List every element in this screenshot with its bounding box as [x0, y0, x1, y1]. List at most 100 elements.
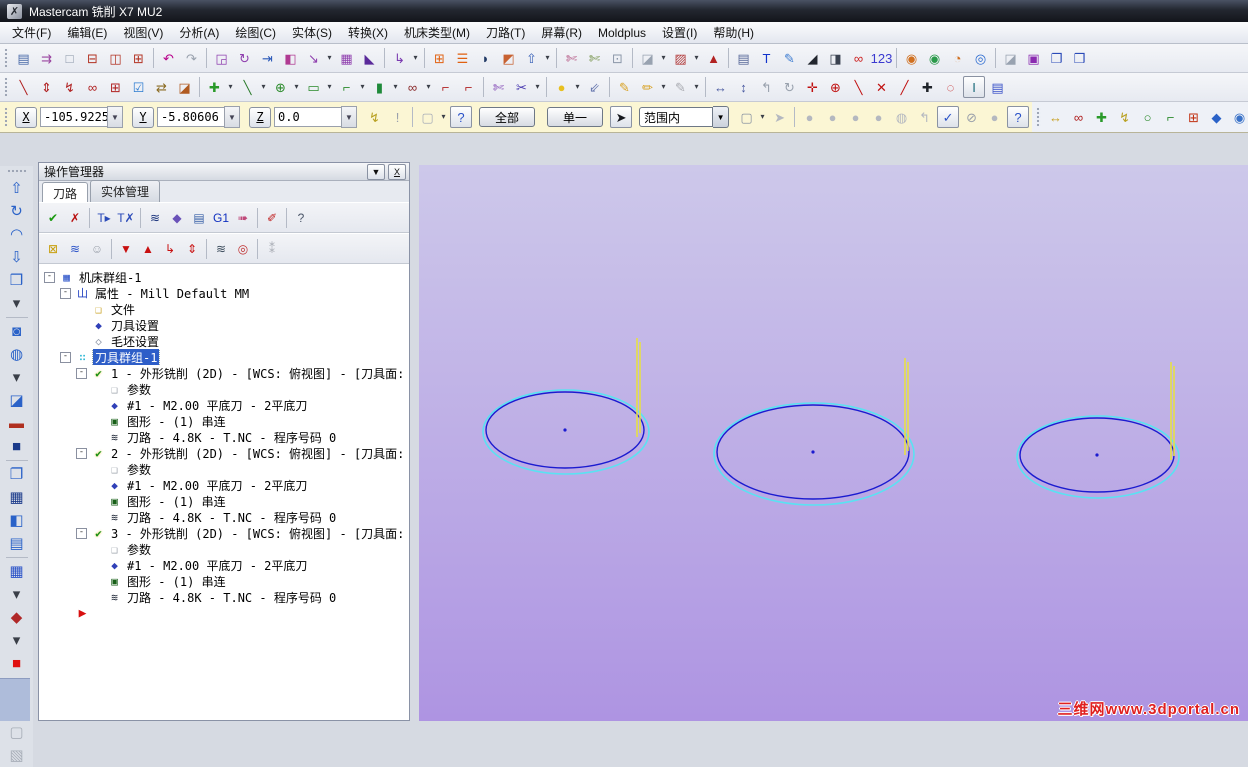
- roll-gray-icon[interactable]: ↰: [756, 77, 777, 98]
- tree-item-toolpath[interactable]: ≋ 刀路 - 4.8K - T.NC - 程序号码 0: [39, 429, 409, 445]
- autocursor-endpoint-icon[interactable]: ╲: [848, 77, 869, 98]
- pen-note-icon[interactable]: ✎: [779, 48, 800, 69]
- xform-rotate-icon[interactable]: ↻: [234, 48, 255, 69]
- backplot-icon[interactable]: ≋: [145, 207, 165, 228]
- y-dropdown-icon[interactable]: ▼: [224, 106, 240, 128]
- chamfer-icon[interactable]: ⌐: [435, 77, 456, 98]
- chamfer-2-icon[interactable]: ⌐: [458, 77, 479, 98]
- undo-selection-icon[interactable]: ↰: [914, 107, 935, 128]
- tree-item-geometry[interactable]: ▣ 图形 - (1) 串连: [39, 493, 409, 509]
- viewport-canvas[interactable]: [419, 165, 1248, 721]
- pencil-dropdown-icon[interactable]: ▾: [659, 77, 668, 98]
- fast-point-icon[interactable]: ↯: [364, 107, 385, 128]
- pencil-gray-icon[interactable]: ✎: [670, 77, 691, 98]
- geometry-select-icon[interactable]: ◎: [233, 238, 253, 259]
- rect-dropdown-icon[interactable]: ▾: [325, 77, 334, 98]
- report-list-icon[interactable]: ▤: [733, 48, 754, 69]
- tree-item-files[interactable]: ❑ 文件: [39, 301, 409, 317]
- parameters-gray-icon[interactable]: ⁑: [262, 238, 282, 259]
- import-dir-icon[interactable]: ↳: [389, 48, 410, 69]
- tree-expander[interactable]: -: [76, 527, 87, 539]
- grid-stats-icon[interactable]: ☰: [452, 48, 473, 69]
- autocursor-intersect-icon[interactable]: ✕: [871, 77, 892, 98]
- world-orange-icon[interactable]: ◉: [901, 48, 922, 69]
- arc-orange-icon[interactable]: ◔: [947, 48, 968, 69]
- tree-item-toolpath[interactable]: ≋ 刀路 - 4.8K - T.NC - 程序号码 0: [39, 589, 409, 605]
- z-dropdown-icon[interactable]: ▼: [341, 106, 357, 128]
- hatch-shield-icon[interactable]: ▨: [670, 48, 691, 69]
- grid-cube-icon[interactable]: ⊡: [607, 48, 628, 69]
- lock-icon[interactable]: ⊠: [43, 238, 63, 259]
- undo-icon[interactable]: ↶: [158, 48, 179, 69]
- fast-point-entry-icon[interactable]: I: [963, 76, 985, 98]
- break-dropdown-icon[interactable]: ▾: [533, 77, 542, 98]
- solids-fillet-icon[interactable]: ❒: [5, 269, 29, 292]
- move-updown-icon[interactable]: ⇕: [182, 238, 202, 259]
- tree-item-tool-settings[interactable]: ◆ 刀具设置: [39, 317, 409, 333]
- autocursor-point-icon[interactable]: ✚: [917, 77, 938, 98]
- z-coordinate-field[interactable]: 0.0: [274, 107, 341, 127]
- bulb-icon[interactable]: ●: [551, 77, 572, 98]
- xform-translate-icon[interactable]: ◲: [211, 48, 232, 69]
- glasses-plane-icon[interactable]: ∞: [1068, 107, 1089, 128]
- analyze-swap-icon[interactable]: ⇄: [151, 77, 172, 98]
- viewport-single-icon[interactable]: □: [59, 48, 80, 69]
- numbers-123-icon[interactable]: 123: [871, 48, 893, 69]
- range-combo-dropdown-icon[interactable]: ▼: [713, 106, 730, 128]
- tree-item-toolpath-group[interactable]: - ∷ 刀具群组-1: [39, 349, 409, 365]
- world-green-icon[interactable]: ◉: [924, 48, 945, 69]
- regen-invalid-icon[interactable]: T✗: [116, 207, 136, 228]
- clear-selection-icon[interactable]: ⊘: [961, 107, 982, 128]
- xform-dynamic-move-icon[interactable]: ⇥: [257, 48, 278, 69]
- mask-circle-1-icon[interactable]: ●: [799, 107, 820, 128]
- analyze-area-icon[interactable]: ◪: [174, 77, 195, 98]
- create-line-icon[interactable]: ╲: [237, 77, 258, 98]
- views-layered-icon[interactable]: ◆: [5, 606, 29, 629]
- solids-trim-icon[interactable]: ◪: [5, 389, 29, 412]
- glasses-icon[interactable]: ∞: [402, 77, 423, 98]
- tree-expander[interactable]: -: [44, 271, 55, 283]
- select-cursor-icon[interactable]: ➤: [769, 107, 790, 128]
- tree-item-operation-3[interactable]: - ✔ 3 - 外形铣削 (2D) - [WCS: 俯视图] - [刀具面:: [39, 525, 409, 541]
- boolean-dropdown-icon[interactable]: ▾: [5, 366, 29, 389]
- tree-item-tool[interactable]: ◆ #1 - M2.00 平底刀 - 2平底刀: [39, 557, 409, 573]
- menu-item[interactable]: 编辑(E): [59, 22, 115, 43]
- layers-grid-icon[interactable]: ▦: [5, 560, 29, 583]
- tree-item-parameters[interactable]: ❑ 参数: [39, 381, 409, 397]
- menu-item[interactable]: 转换(X): [340, 22, 396, 43]
- solids-flip-icon[interactable]: ◧: [5, 509, 29, 532]
- undelete-entities-icon[interactable]: ✄: [584, 48, 605, 69]
- create-cylinder-icon[interactable]: ▮: [369, 77, 390, 98]
- fold-page-icon[interactable]: ❐: [1046, 48, 1067, 69]
- menu-item[interactable]: 设置(I): [654, 22, 705, 43]
- tree-item-geometry[interactable]: ▣ 图形 - (1) 串连: [39, 573, 409, 589]
- solids-boolean-icon[interactable]: ◍: [5, 343, 29, 366]
- xform-dropdown-icon[interactable]: ▾: [325, 48, 334, 69]
- tree-insert-arrow[interactable]: ▶: [39, 605, 409, 621]
- lasso-cursor-icon[interactable]: ➤: [610, 106, 633, 128]
- eraser-cube-icon[interactable]: ◪: [1000, 48, 1021, 69]
- solids-thicken-icon[interactable]: ▬: [5, 412, 29, 435]
- create-rect-icon[interactable]: ▭: [303, 77, 324, 98]
- plane-globe-icon[interactable]: ◉: [1229, 107, 1248, 128]
- menu-item[interactable]: Moldplus: [590, 24, 654, 42]
- tree-item-tool[interactable]: ◆ #1 - M2.00 平底刀 - 2平底刀: [39, 477, 409, 493]
- menu-item[interactable]: 文件(F): [4, 22, 59, 43]
- xform-roll-icon[interactable]: ◣: [359, 48, 380, 69]
- feed-speed-icon[interactable]: ➠: [233, 207, 253, 228]
- tree-item-properties[interactable]: - 山 属性 - Mill Default MM: [39, 285, 409, 301]
- range-mode-combo[interactable]: 范围内: [639, 107, 714, 127]
- mask-circle-4-icon[interactable]: ●: [868, 107, 889, 128]
- create-arc-icon[interactable]: ⊕: [270, 77, 291, 98]
- save-icon[interactable]: ▤: [13, 48, 34, 69]
- tree-item-stock-setup[interactable]: ◇ 毛坯设置: [39, 333, 409, 349]
- tree-expander[interactable]: -: [76, 367, 87, 379]
- plane-polyline-icon[interactable]: ⌐: [1160, 107, 1181, 128]
- move-up-icon[interactable]: ▲: [138, 238, 158, 259]
- xform-mirror-icon[interactable]: ◧: [280, 48, 301, 69]
- autocursor-quadrant-icon[interactable]: ◌: [940, 77, 961, 98]
- tool-red-icon[interactable]: ▲: [703, 48, 724, 69]
- autocursor-center-icon[interactable]: ⊕: [825, 77, 846, 98]
- x-coordinate-field[interactable]: -105.9225: [40, 107, 107, 127]
- solids-revolve-icon[interactable]: ↻: [5, 200, 29, 223]
